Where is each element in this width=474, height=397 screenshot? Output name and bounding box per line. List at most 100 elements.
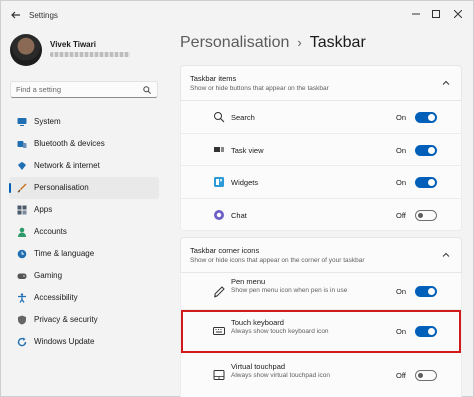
wifi-icon [18, 162, 26, 170]
toggle-state-text: Off [396, 211, 406, 220]
sidebar-item-privacy[interactable]: Privacy & security [9, 309, 159, 331]
setting-label: Chat [231, 211, 247, 220]
minimize-icon [412, 13, 420, 15]
pen-icon [213, 286, 225, 298]
toggle-state-text: On [396, 327, 407, 336]
sidebar-item-label: Network & internet [34, 161, 100, 170]
close-icon [454, 10, 462, 18]
breadcrumb-parent[interactable]: Personalisation [180, 34, 289, 51]
sidebar-item-label: Gaming [34, 271, 63, 280]
sidebar-item-label: Apps [34, 205, 53, 214]
maximize-icon [432, 10, 440, 18]
section-subtitle: Show or hide icons that appear on the co… [190, 257, 365, 264]
profile-email-redacted [50, 52, 130, 57]
monitor-icon [17, 118, 27, 126]
search-icon[interactable] [143, 86, 151, 94]
section-taskbar-corner-icons-header[interactable]: Taskbar corner icons Show or hide icons … [180, 237, 462, 273]
toggle-knob [418, 373, 423, 378]
pen-menu-toggle[interactable] [415, 286, 437, 297]
sidebar-item-label: Windows Update [34, 337, 95, 346]
chat-icon [214, 210, 224, 220]
sidebar-item-label: Personalisation [34, 183, 89, 192]
toggle-knob [428, 179, 435, 186]
close-button[interactable] [447, 5, 469, 23]
sidebar-item-gaming[interactable]: Gaming [9, 265, 159, 287]
sidebar-item-bluetooth[interactable]: Bluetooth & devices [9, 133, 159, 155]
back-arrow-icon[interactable] [10, 9, 22, 21]
globe-clock-icon [17, 249, 27, 259]
sidebar-item-network[interactable]: Network & internet [9, 155, 159, 177]
toggle-knob [428, 147, 435, 154]
setting-label: Search [231, 113, 255, 122]
chevron-up-icon[interactable] [441, 78, 451, 88]
sidebar-nav: System Bluetooth & devices Network & int… [9, 111, 159, 353]
search-box[interactable] [10, 81, 158, 98]
sidebar-item-personalisation[interactable]: Personalisation [9, 177, 159, 199]
main-content: Taskbar items Show or hide buttons that … [180, 65, 462, 397]
setting-row-task-view: Task view On [180, 134, 462, 166]
toggle-state-text: On [396, 146, 407, 155]
app-title: Settings [29, 11, 58, 20]
sidebar-item-accounts[interactable]: Accounts [9, 221, 159, 243]
task-view-toggle[interactable] [415, 145, 437, 156]
setting-row-widgets: Widgets On [180, 166, 462, 199]
update-icon [17, 337, 27, 347]
touch-keyboard-toggle[interactable] [415, 326, 437, 337]
sidebar-item-label: System [34, 117, 61, 126]
sidebar-item-label: Accounts [34, 227, 67, 236]
toggle-knob [428, 114, 435, 121]
chat-toggle[interactable] [415, 210, 437, 221]
sidebar-item-windows-update[interactable]: Windows Update [9, 331, 159, 353]
shield-icon [18, 315, 26, 325]
bluetooth-icon [17, 141, 27, 148]
toggle-knob [418, 213, 423, 218]
brush-icon [17, 183, 27, 193]
toggle-state-text: On [396, 178, 407, 187]
user-profile[interactable]: Vivek Tiwari [10, 34, 160, 74]
setting-row-chat: Chat Off [180, 199, 462, 231]
setting-label: Widgets [231, 178, 259, 187]
minimize-button[interactable] [405, 5, 427, 23]
breadcrumb: Personalisation › Taskbar [180, 34, 366, 52]
avatar [10, 34, 42, 66]
setting-row-search: Search On [180, 101, 462, 134]
setting-row-pen-menu: Pen menu Show pen menu icon when pen is … [180, 273, 462, 310]
sidebar-item-label: Privacy & security [34, 315, 98, 324]
breadcrumb-separator: › [297, 35, 302, 50]
maximize-button[interactable] [425, 5, 447, 23]
setting-row-virtual-touchpad: Virtual touchpad Always show virtual tou… [180, 353, 462, 397]
person-icon [18, 227, 26, 237]
touchpad-icon [213, 370, 225, 380]
gamepad-icon [17, 273, 27, 279]
sidebar-item-accessibility[interactable]: Accessibility [9, 287, 159, 309]
sidebar-item-time-language[interactable]: Time & language [9, 243, 159, 265]
search-input[interactable] [16, 85, 136, 94]
virtual-touchpad-toggle[interactable] [415, 370, 437, 381]
setting-label: Virtual touchpad [231, 362, 286, 371]
setting-description: Show pen menu icon when pen is in use [231, 287, 348, 294]
widgets-icon [214, 177, 224, 187]
setting-label: Pen menu [231, 277, 266, 286]
keyboard-icon [213, 327, 225, 335]
search-toggle[interactable] [415, 112, 437, 123]
chevron-up-icon[interactable] [441, 250, 451, 260]
sidebar-item-label: Time & language [34, 249, 95, 258]
setting-row-touch-keyboard: Touch keyboard Always show touch keyboar… [180, 310, 462, 353]
search-icon [214, 112, 225, 123]
section-title: Taskbar corner icons [190, 246, 260, 255]
widgets-toggle[interactable] [415, 177, 437, 188]
toggle-state-text: Off [396, 371, 406, 380]
sidebar-item-label: Accessibility [34, 293, 78, 302]
sidebar-item-apps[interactable]: Apps [9, 199, 159, 221]
setting-label: Touch keyboard [231, 318, 284, 327]
section-subtitle: Show or hide buttons that appear on the … [190, 85, 329, 92]
profile-name: Vivek Tiwari [50, 40, 96, 49]
setting-description: Always show virtual touchpad icon [231, 372, 330, 379]
section-taskbar-items-header[interactable]: Taskbar items Show or hide buttons that … [180, 65, 462, 101]
toggle-state-text: On [396, 287, 407, 296]
setting-label: Task view [231, 146, 264, 155]
sidebar-item-system[interactable]: System [9, 111, 159, 133]
toggle-knob [428, 328, 435, 335]
toggle-knob [428, 288, 435, 295]
apps-icon [17, 205, 27, 215]
